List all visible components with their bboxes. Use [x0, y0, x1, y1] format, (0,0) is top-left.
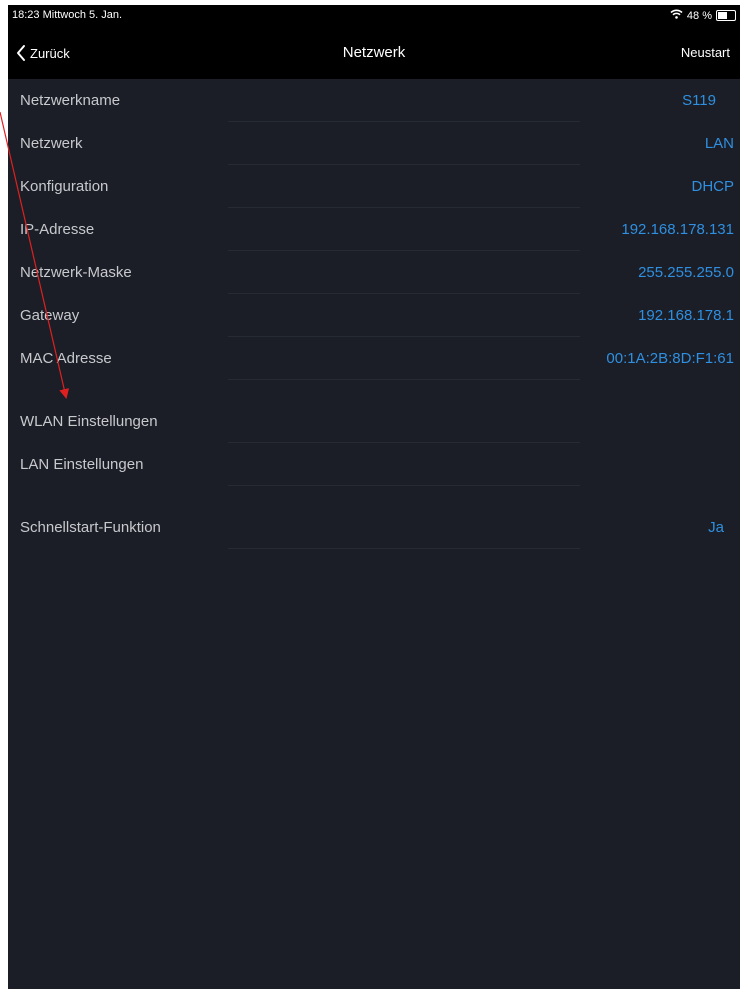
back-label: Zurück [30, 45, 70, 61]
device-screen: 18:23 Mittwoch 5. Jan. 48 % Zurück Netzw… [8, 5, 740, 989]
row-label: Netzwerk-Maske [20, 264, 132, 281]
chevron-left-icon [16, 44, 26, 62]
row-label: Konfiguration [20, 178, 109, 195]
battery-percent: 48 % [686, 9, 712, 22]
row-label: Netzwerk [20, 135, 83, 152]
row-wlan-settings[interactable]: WLAN Einstellungen [8, 400, 740, 443]
navigation-bar: Zurück Netzwerk Neustart [8, 27, 740, 79]
status-right: 48 % [670, 9, 736, 22]
row-ip-address[interactable]: IP-Adresse 192.168.178.131 [8, 208, 740, 251]
row-label: LAN Einstellungen [20, 456, 144, 473]
row-label: IP-Adresse [20, 221, 95, 238]
row-quickstart[interactable]: Schnellstart-Funktion Ja [8, 506, 740, 549]
row-value: LAN [704, 135, 734, 152]
row-network-name[interactable]: Netzwerkname S119 [8, 79, 740, 122]
row-value: 00:1A:2B:8D:F1:61 [606, 350, 734, 367]
row-value: 192.168.178.1 [638, 307, 734, 324]
status-bar: 18:23 Mittwoch 5. Jan. 48 % [8, 5, 740, 27]
row-value: 255.255.255.0 [638, 264, 734, 281]
battery-icon [716, 10, 736, 21]
back-button[interactable]: Zurück [16, 27, 70, 79]
row-label: MAC Adresse [20, 350, 112, 367]
page-title: Netzwerk [342, 44, 406, 61]
battery-fill [718, 12, 727, 19]
settings-list: Netzwerkname S119 Netzwerk LAN Konfigura… [8, 79, 740, 549]
row-lan-settings[interactable]: LAN Einstellungen [8, 443, 740, 486]
row-mac-address[interactable]: MAC Adresse 00:1A:2B:8D:F1:61 [8, 337, 740, 380]
row-value: S119 [682, 92, 716, 109]
row-gateway[interactable]: Gateway 192.168.178.1 [8, 294, 740, 337]
row-label: WLAN Einstellungen [20, 413, 158, 430]
restart-button[interactable]: Neustart [681, 27, 730, 79]
wifi-icon [670, 9, 683, 22]
row-network[interactable]: Netzwerk LAN [8, 122, 740, 165]
row-value: Ja [708, 519, 724, 536]
row-label: Gateway [20, 307, 80, 324]
status-time-date: 18:23 Mittwoch 5. Jan. [12, 9, 123, 21]
row-network-mask[interactable]: Netzwerk-Maske 255.255.255.0 [8, 251, 740, 294]
row-configuration[interactable]: Konfiguration DHCP [8, 165, 740, 208]
row-label: Schnellstart-Funktion [20, 519, 161, 536]
row-value: 192.168.178.131 [621, 221, 734, 238]
row-label: Netzwerkname [20, 92, 121, 109]
row-value: DHCP [691, 178, 734, 195]
